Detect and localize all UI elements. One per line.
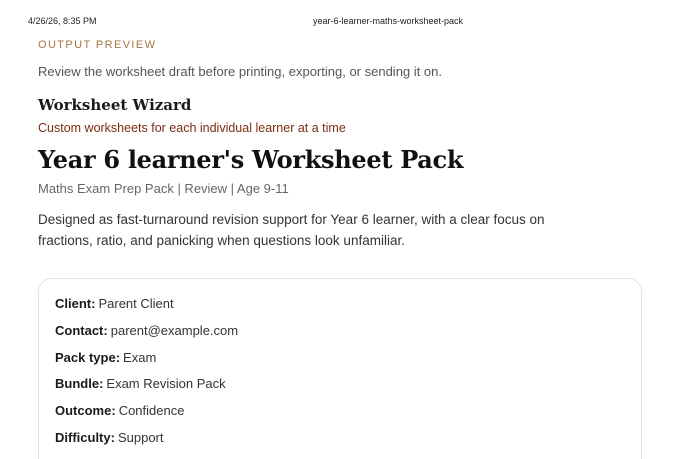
preview-content: OUTPUT PREVIEW Review the worksheet draf… [38,38,642,251]
detail-value: Parent Client [98,296,174,311]
detail-value: Exam [123,349,157,365]
worksheet-title: Year 6 learner's Worksheet Pack [38,145,464,174]
preview-description: Review the worksheet draft before printi… [38,64,442,79]
detail-row-outcome: OutcomeConfidence [55,402,625,429]
detail-row-pack-type: Pack typeExam [55,349,625,376]
print-header: 4/26/26, 8:35 PM year-6-learner-maths-wo… [28,16,652,28]
detail-row-difficulty: DifficultySupport [55,429,625,456]
brand-name: Worksheet Wizard [38,96,192,114]
detail-label: Outcome [55,403,116,418]
detail-value: Confidence [118,403,185,419]
worksheet-meta: Maths Exam Prep Pack | Review | Age 9-11 [38,181,289,196]
detail-row-contact: Contactparent@example.com [55,322,625,349]
client-details-card: ClientParent Client Contactparent@exampl… [38,278,642,459]
detail-label: Pack type [55,350,120,365]
print-date: 4/26/26, 8:35 PM [28,16,97,26]
detail-row-client: ClientParent Client [55,295,625,322]
detail-value: Support [117,429,164,445]
page: 4/26/26, 8:35 PM year-6-learner-maths-wo… [0,0,680,459]
detail-value: parent@example.com [110,322,239,338]
brand-tagline: Custom worksheets for each individual le… [38,121,346,135]
detail-label: Bundle [55,376,103,391]
detail-label: Client [55,296,95,311]
worksheet-description: Designed as fast-turnaround revision sup… [38,212,545,248]
detail-label: Difficulty [55,430,115,445]
section-eyebrow: OUTPUT PREVIEW [38,39,157,51]
detail-value: Exam Revision Pack [106,376,226,392]
detail-row-bundle: BundleExam Revision Pack [55,375,625,402]
print-document-title: year-6-learner-maths-worksheet-pack [313,16,464,26]
detail-label: Contact [55,323,108,338]
